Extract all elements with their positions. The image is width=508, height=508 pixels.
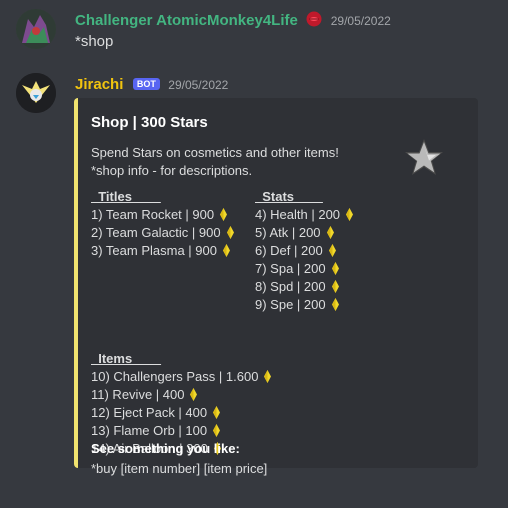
list-item: 9) Spe | 200	[255, 296, 353, 314]
gem-icon	[190, 388, 198, 401]
description-line: *shop info - for descriptions.	[91, 163, 253, 178]
gem-icon	[331, 298, 339, 311]
shop-embed: Shop | 300 Stars Spend Stars on cosmetic…	[74, 98, 478, 476]
field-heading: Stats	[255, 189, 323, 204]
gem-icon	[222, 244, 230, 257]
bot-tag: BOT	[132, 78, 160, 90]
red-lips-emoji-icon	[306, 11, 322, 32]
field-heading: Items	[91, 351, 162, 366]
timestamp: 29/05/2022	[168, 78, 229, 92]
message-jirachi: Jirachi BOT 29/05/2022 Shop | 300 Stars …	[0, 73, 508, 503]
user-avatar[interactable]	[16, 9, 56, 49]
timestamp: 29/05/2022	[330, 14, 391, 28]
gem-icon	[326, 226, 334, 239]
list-item: 5) Atk | 200	[255, 224, 353, 242]
stats-field: Stats 4) Health | 200 5) Atk | 200 6) De…	[255, 188, 354, 314]
list-item: 12) Eject Pack | 400	[91, 404, 271, 422]
description-line: Spend Stars on cosmetics and other items…	[91, 145, 339, 160]
list-item: 6) Def | 200	[255, 242, 353, 260]
gem-icon	[213, 424, 221, 437]
list-item: 3) Team Plasma | 900	[91, 242, 234, 260]
gem-icon	[264, 370, 272, 383]
username[interactable]: Challenger AtomicMonkey4Life	[75, 12, 298, 29]
titles-field: Titles 1) Team Rocket | 900 2) Team Gala…	[91, 188, 234, 260]
footer-title: See something you like:	[91, 441, 240, 456]
list-item: 10) Challengers Pass | 1.600	[91, 368, 272, 386]
gem-icon	[331, 262, 339, 275]
gem-icon	[213, 406, 221, 419]
bot-avatar[interactable]	[16, 73, 56, 113]
list-item: 2) Team Galactic | 900	[91, 224, 234, 242]
list-item: 4) Health | 200	[255, 206, 354, 224]
gem-icon	[346, 208, 354, 221]
message-content: *shop	[75, 33, 114, 50]
username[interactable]: Jirachi	[75, 76, 123, 93]
embed-description: Spend Stars on cosmetics and other items…	[91, 144, 339, 180]
list-item: 11) Revive | 400	[91, 386, 271, 404]
list-item: 13) Flame Orb | 100	[91, 422, 271, 440]
message-challenger: Challenger AtomicMonkey4Life 29/05/2022 …	[0, 8, 508, 63]
list-item: 8) Spd | 200	[255, 278, 353, 296]
footer-text: *buy [item number] [item price]	[91, 461, 268, 476]
gem-icon	[220, 208, 228, 221]
list-item: 7) Spa | 200	[255, 260, 353, 278]
gem-icon	[331, 280, 339, 293]
gem-icon	[328, 244, 336, 257]
silver-star-icon	[402, 136, 446, 180]
embed-title: Shop | 300 Stars	[91, 114, 208, 131]
gem-icon	[226, 226, 234, 239]
list-item: 1) Team Rocket | 900	[91, 206, 234, 224]
field-heading: Titles	[91, 189, 161, 204]
